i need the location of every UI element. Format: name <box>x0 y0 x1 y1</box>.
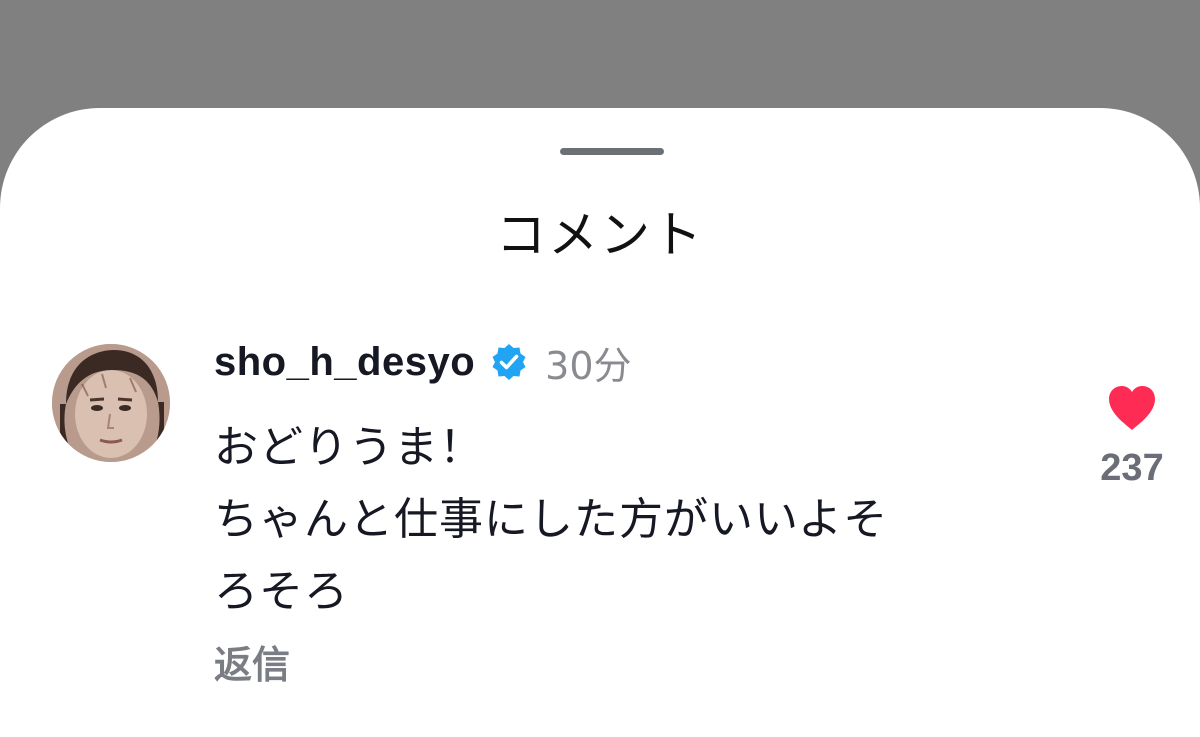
comment-line: ろそろ <box>214 566 349 617</box>
verified-badge-icon <box>489 342 529 382</box>
comment-header: sho_h_desyo 30分 <box>214 334 632 390</box>
sheet-title: コメント <box>496 206 704 264</box>
drag-handle[interactable] <box>560 148 664 155</box>
comment-username[interactable]: sho_h_desyo <box>214 340 475 385</box>
avatar[interactable] <box>52 344 170 462</box>
reply-button[interactable]: 返信 <box>214 637 290 693</box>
like-button[interactable]: 237 <box>1090 384 1174 490</box>
comment-line: おどりうま！ <box>214 422 484 473</box>
comment-timestamp: 30分 <box>545 343 632 388</box>
heart-icon[interactable] <box>1106 384 1158 432</box>
avatar-image <box>52 344 170 462</box>
comment-text: おどりうま！ ちゃんと仕事にした方がいいよそ ろそろ <box>214 412 1044 628</box>
like-count: 237 <box>1100 447 1164 489</box>
comment-line: ちゃんと仕事にした方がいいよそ <box>214 494 889 545</box>
